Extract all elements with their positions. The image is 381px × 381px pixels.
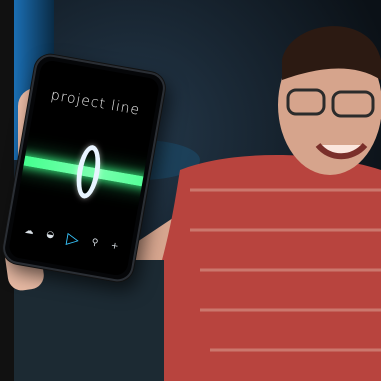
disc-icon[interactable]: ◒ [46,229,55,240]
phone-screen: project line ☁ ◒ ▷ ⚲ + [7,59,161,277]
plus-icon[interactable]: + [110,240,119,251]
pin-icon[interactable]: ⚲ [91,237,99,248]
control-bar: ☁ ◒ ▷ ⚲ + [11,219,133,260]
ring-hoop [72,143,104,201]
cloud-icon[interactable]: ☁ [24,225,35,236]
photo-scene: project line ☁ ◒ ▷ ⚲ + [0,0,381,381]
app-title: project line [49,87,142,119]
play-icon[interactable]: ▷ [65,228,80,249]
